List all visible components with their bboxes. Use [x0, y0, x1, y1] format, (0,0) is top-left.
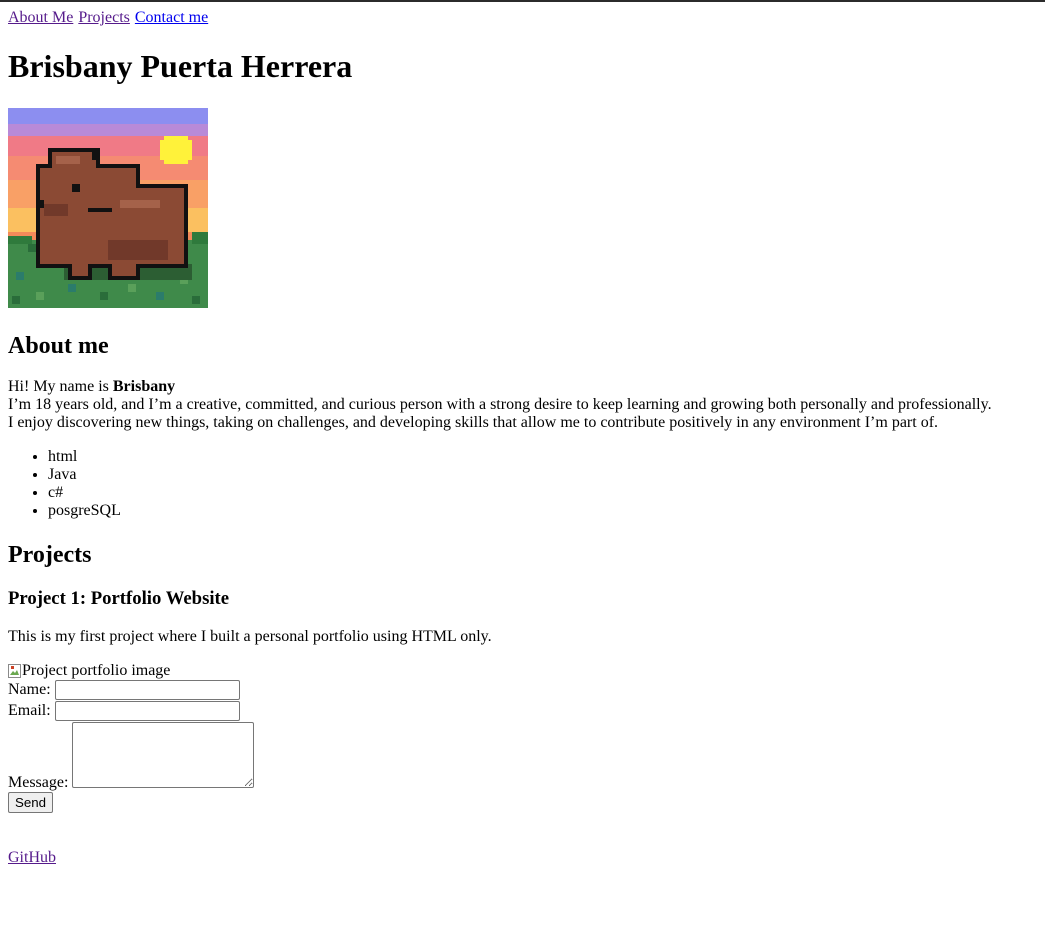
about-name: Brisbany: [112, 378, 176, 395]
name-label: Name:: [8, 681, 51, 698]
nav-link-about[interactable]: About Me: [8, 9, 73, 26]
nav-link-contact[interactable]: Contact me: [135, 9, 208, 26]
about-heading: About me: [8, 333, 109, 359]
top-border: [0, 0, 1045, 2]
skill-item: Java: [48, 466, 121, 484]
skill-item: posgreSQL: [48, 502, 121, 520]
about-line-2: I’m 18 years old, and I’m a creative, co…: [8, 396, 992, 413]
skill-item: c#: [48, 484, 121, 502]
nav-link-projects[interactable]: Projects: [78, 9, 130, 26]
broken-image-icon: [8, 664, 21, 678]
email-label: Email:: [8, 702, 51, 719]
skills-list: html Java c# posgreSQL: [8, 448, 121, 520]
capybara-avatar-image: [8, 108, 208, 308]
name-input[interactable]: [55, 680, 240, 700]
send-button[interactable]: Send: [8, 792, 54, 813]
message-label: Message:: [8, 774, 69, 791]
github-link[interactable]: GitHub: [8, 849, 56, 867]
project-1-image: Project portfolio image: [8, 662, 170, 680]
project-1-title: Project 1: Portfolio Website: [8, 588, 230, 609]
about-line-3: I enjoy discovering new things, taking o…: [8, 414, 939, 431]
projects-heading: Projects: [8, 542, 92, 568]
project-1-description: This is my first project where I built a…: [8, 628, 492, 645]
page-title: Brisbany Puerta Herrera: [8, 48, 353, 84]
about-greeting: Hi! My name is: [8, 378, 113, 395]
main-nav: About Me Projects Contact me: [8, 9, 209, 27]
skill-item: html: [48, 448, 121, 466]
project-1-image-alt: Project portfolio image: [22, 662, 171, 679]
message-textarea[interactable]: [72, 722, 254, 788]
email-input[interactable]: [55, 701, 240, 721]
sun-icon: [160, 136, 192, 164]
about-greeting-line: Hi! My name is Brisbany: [8, 378, 175, 396]
